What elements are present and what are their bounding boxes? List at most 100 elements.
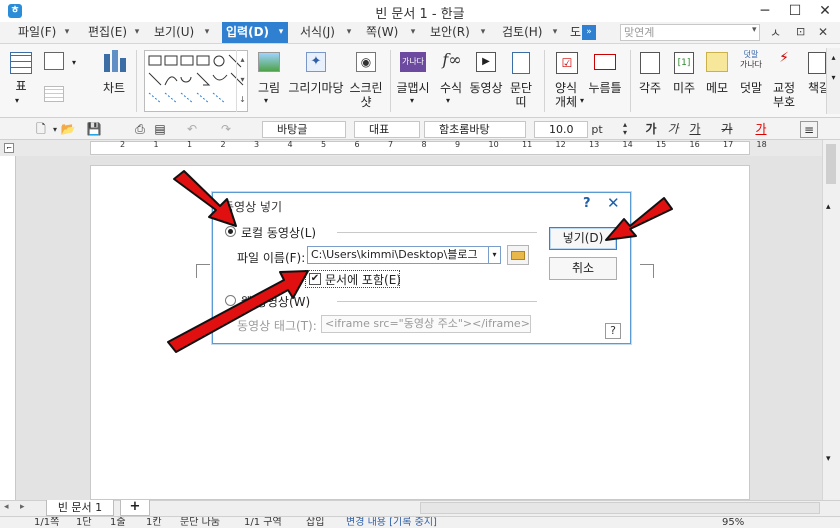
insert-button[interactable]: 넣기(D)	[549, 227, 617, 250]
proof-marks-icon[interactable]: ⚡	[772, 50, 796, 72]
screenshot-icon[interactable]: ◉	[356, 52, 376, 72]
shapes-gallery-scroll-icon[interactable]: ▴ ▾ ↓	[236, 50, 248, 112]
picture-label[interactable]: 그림	[254, 82, 284, 95]
browse-folder-button[interactable]	[507, 245, 529, 265]
menu-page[interactable]: 쪽(W)	[362, 22, 402, 43]
video-icon[interactable]: ▶	[476, 52, 496, 72]
paragraph-band-label-1[interactable]: 문단	[508, 82, 534, 95]
file-name-dropdown-icon[interactable]: ▾	[489, 246, 501, 264]
menu-more-button[interactable]: »	[582, 25, 596, 40]
chart-bar-icon[interactable]	[112, 50, 118, 72]
horizontal-scrollbar[interactable]	[420, 502, 820, 514]
web-video-radio[interactable]	[225, 295, 236, 306]
form-object-caret-icon[interactable]: ▾	[580, 96, 584, 105]
embed-in-document-label[interactable]: 문서에 포함(E)	[325, 271, 401, 288]
equation-caret-icon[interactable]: ▾	[446, 96, 450, 105]
endnote-label[interactable]: 미주	[670, 82, 698, 95]
cancel-button[interactable]: 취소	[549, 257, 617, 280]
dialog-close-button[interactable]: ✕	[607, 194, 620, 212]
menu-edit-caret[interactable]: ▾	[132, 22, 142, 43]
ribbon-scroll-icon[interactable]: ▴ ▾	[826, 48, 840, 114]
file-name-input[interactable]: C:\Users\kimmi\Desktop\블로그	[307, 246, 489, 264]
table-label[interactable]: 표	[12, 80, 30, 93]
align-justify-icon[interactable]: ≡	[800, 121, 818, 138]
minimize-button[interactable]: ─	[750, 0, 780, 22]
equation-label[interactable]: 수식	[436, 82, 466, 95]
click-field-label[interactable]: 누름틀	[586, 82, 624, 95]
footnote-icon[interactable]	[640, 52, 660, 74]
equation-icon[interactable]: f∞	[440, 50, 464, 72]
dialog-help-button[interactable]: ?	[583, 196, 591, 211]
menu-review[interactable]: 검토(H)	[498, 22, 546, 43]
italic-button[interactable]: 가	[666, 121, 680, 138]
shapes-gallery[interactable]	[144, 50, 248, 112]
menu-format[interactable]: 서식(J)	[296, 22, 339, 43]
memo-label[interactable]: 메모	[702, 82, 732, 95]
status-zoom[interactable]: 95%	[722, 517, 744, 528]
maximize-button[interactable]: ☐	[780, 0, 810, 22]
table-icon[interactable]	[10, 52, 32, 74]
tab-nav-left-icon[interactable]: ◂	[4, 502, 9, 512]
style-combo-arrow-icon[interactable]: ▾	[752, 25, 757, 35]
bold-button[interactable]: 가	[644, 121, 658, 138]
close-button[interactable]: ✕	[810, 0, 840, 22]
overlay-text-label[interactable]: 덧말	[736, 82, 766, 95]
font-size-input[interactable]: 10.0	[534, 121, 588, 138]
click-field-icon[interactable]	[594, 54, 616, 70]
add-tab-button[interactable]: +	[120, 500, 150, 516]
screenshot-label-2[interactable]: 샷	[348, 96, 384, 109]
menu-insert[interactable]: 입력(D)	[222, 22, 274, 43]
save-icon[interactable]: 💾	[86, 121, 102, 138]
glyph-art-icon[interactable]: 가나다	[400, 52, 426, 72]
strikethrough-button[interactable]: 가	[720, 121, 734, 138]
menu-page-caret[interactable]: ▾	[408, 22, 418, 43]
screenshot-label-1[interactable]: 스크린	[348, 82, 384, 95]
embed-in-document-checkbox[interactable]: ✔	[309, 273, 321, 285]
form-object-icon[interactable]: ☑	[556, 52, 578, 74]
font-size-unit[interactable]: pt	[588, 121, 606, 138]
proof-marks-label-1[interactable]: 교정	[768, 82, 800, 95]
proof-marks-label-2[interactable]: 부호	[768, 96, 800, 109]
web-video-label[interactable]: 웹 동영상(W)	[241, 293, 310, 310]
menu-insert-caret[interactable]: ▾	[274, 22, 288, 43]
menu-format-caret[interactable]: ▾	[344, 22, 354, 43]
table-caret-icon[interactable]: ▾	[15, 96, 19, 105]
table-cells-icon[interactable]	[44, 86, 64, 102]
paragraph-band-icon[interactable]	[512, 52, 530, 74]
tab-document-1[interactable]: 빈 문서 1	[46, 500, 114, 516]
menu-view-caret[interactable]: ▾	[202, 22, 212, 43]
video-tag-input[interactable]: <iframe src="동영상 주소"></iframe>	[321, 315, 531, 333]
underline-button[interactable]: 가	[688, 121, 702, 138]
redo-icon[interactable]: ↷	[218, 121, 234, 138]
overlay-text-icon[interactable]: 덧말 가나다	[738, 50, 764, 70]
open-folder-icon[interactable]: 📂	[60, 121, 76, 138]
scroll-up-icon[interactable]: ▴	[826, 202, 831, 212]
footnote-label[interactable]: 각주	[636, 82, 664, 95]
status-track-changes[interactable]: 변경 내용 [기록 중지]	[346, 517, 437, 528]
table-style-caret-icon[interactable]: ▾	[72, 58, 76, 67]
local-video-label[interactable]: 로컬 동영상(L)	[241, 224, 316, 241]
chart-label[interactable]: 차트	[100, 82, 128, 95]
scrollbar-thumb[interactable]	[826, 144, 836, 184]
paragraph-band-label-2[interactable]: 띠	[508, 96, 534, 109]
print-icon[interactable]: ⎙	[132, 121, 148, 138]
glyph-art-caret-icon[interactable]: ▾	[410, 96, 414, 105]
menu-security[interactable]: 보안(R)	[426, 22, 474, 43]
glyph-art-label[interactable]: 글맵시	[394, 82, 432, 95]
ribbon-toggle-icon[interactable]: ⊡	[796, 25, 805, 38]
style-link-combo[interactable]: 맞연계	[620, 24, 760, 41]
ribbon-minimize-icon[interactable]: ㅅ	[770, 24, 781, 41]
doc-close-icon[interactable]: ✕	[818, 25, 828, 39]
form-object-label-1[interactable]: 양식	[552, 82, 580, 95]
drawing-madang-label[interactable]: 그리기마당	[288, 82, 344, 95]
vertical-ruler[interactable]	[0, 156, 16, 500]
dialog-help-icon[interactable]: ?	[605, 323, 621, 339]
font-color-button[interactable]: 가	[754, 121, 768, 138]
table-style-icon[interactable]	[44, 52, 64, 70]
chart-bar-short-icon[interactable]	[120, 58, 126, 72]
tab-nav-right-icon[interactable]: ▸	[20, 502, 25, 512]
video-label[interactable]: 동영상	[466, 82, 506, 95]
language-select[interactable]: 대표	[354, 121, 420, 138]
undo-icon[interactable]: ↶	[184, 121, 200, 138]
memo-icon[interactable]	[706, 52, 728, 72]
